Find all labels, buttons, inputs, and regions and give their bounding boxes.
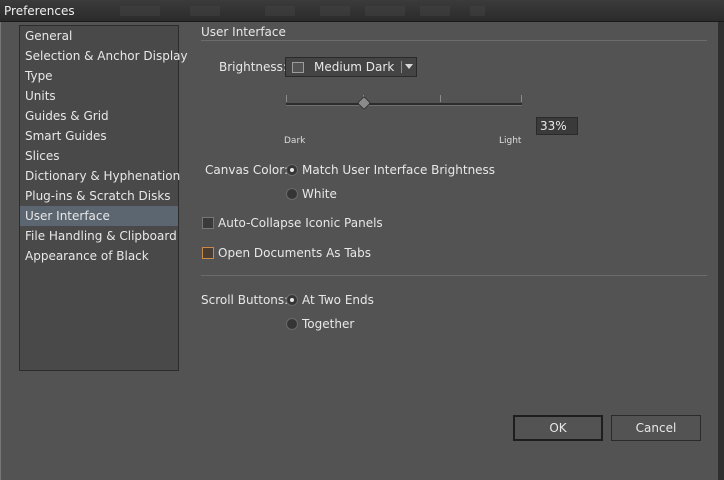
scroll-together-radio[interactable] <box>286 318 298 330</box>
brightness-dropdown[interactable]: Medium Dark <box>285 57 417 77</box>
sidebar-item-slices[interactable]: Slices <box>20 146 178 166</box>
auto-collapse-checkbox[interactable] <box>202 217 214 229</box>
section-divider <box>201 275 707 276</box>
title-bar: Preferences <box>0 0 724 22</box>
section-title: User Interface <box>201 25 286 39</box>
category-list[interactable]: General Selection & Anchor Display Type … <box>19 25 188 371</box>
scroll-two-ends-label[interactable]: At Two Ends <box>302 293 374 307</box>
color-swatch-icon <box>292 62 304 73</box>
sidebar-item-guides-grid[interactable]: Guides & Grid <box>20 106 178 126</box>
canvas-white-label[interactable]: White <box>302 187 337 201</box>
sidebar-item-selection-anchor-display[interactable]: Selection & Anchor Display <box>20 46 188 66</box>
sidebar-item-user-interface[interactable]: User Interface <box>20 206 178 226</box>
slider-tick <box>440 95 441 102</box>
chevron-down-icon[interactable] <box>405 64 413 69</box>
slider-tick <box>286 95 287 102</box>
section-divider <box>201 40 707 41</box>
window-title: Preferences <box>4 4 75 18</box>
canvas-white-radio[interactable] <box>286 188 298 200</box>
sidebar-item-file-handling-clipboard[interactable]: File Handling & Clipboard <box>20 226 178 246</box>
brightness-label: Brightness: <box>219 60 287 74</box>
window-edge <box>718 22 724 480</box>
scroll-together-label[interactable]: Together <box>302 317 354 331</box>
open-as-tabs-checkbox[interactable] <box>202 247 214 259</box>
brightness-value: Medium Dark <box>314 60 395 74</box>
canvas-color-label: Canvas Color: <box>205 163 289 177</box>
brightness-percent-field[interactable]: 33% <box>536 117 578 135</box>
scroll-two-ends-radio[interactable] <box>286 294 298 306</box>
sidebar-item-general[interactable]: General <box>20 26 178 46</box>
auto-collapse-label[interactable]: Auto-Collapse Iconic Panels <box>218 216 383 230</box>
canvas-match-label[interactable]: Match User Interface Brightness <box>302 163 495 177</box>
dropdown-separator <box>401 61 402 73</box>
sidebar-item-units[interactable]: Units <box>20 86 178 106</box>
ok-button[interactable]: OK <box>513 415 603 441</box>
brightness-slider[interactable] <box>286 103 522 106</box>
canvas-match-radio[interactable] <box>286 164 298 176</box>
sidebar-item-dictionary-hyphenation[interactable]: Dictionary & Hyphenation <box>20 166 180 186</box>
scroll-buttons-label: Scroll Buttons: <box>201 293 289 307</box>
cancel-button[interactable]: Cancel <box>611 415 701 441</box>
sidebar-item-type[interactable]: Type <box>20 66 178 86</box>
slider-max-label: Light <box>499 136 522 146</box>
sidebar-item-smart-guides[interactable]: Smart Guides <box>20 126 178 146</box>
open-as-tabs-label[interactable]: Open Documents As Tabs <box>218 246 371 260</box>
sidebar-item-plugins-scratch-disks[interactable]: Plug-ins & Scratch Disks <box>20 186 178 206</box>
sidebar-item-appearance-of-black[interactable]: Appearance of Black <box>20 246 178 266</box>
slider-tick <box>521 95 522 102</box>
slider-min-label: Dark <box>284 136 306 146</box>
